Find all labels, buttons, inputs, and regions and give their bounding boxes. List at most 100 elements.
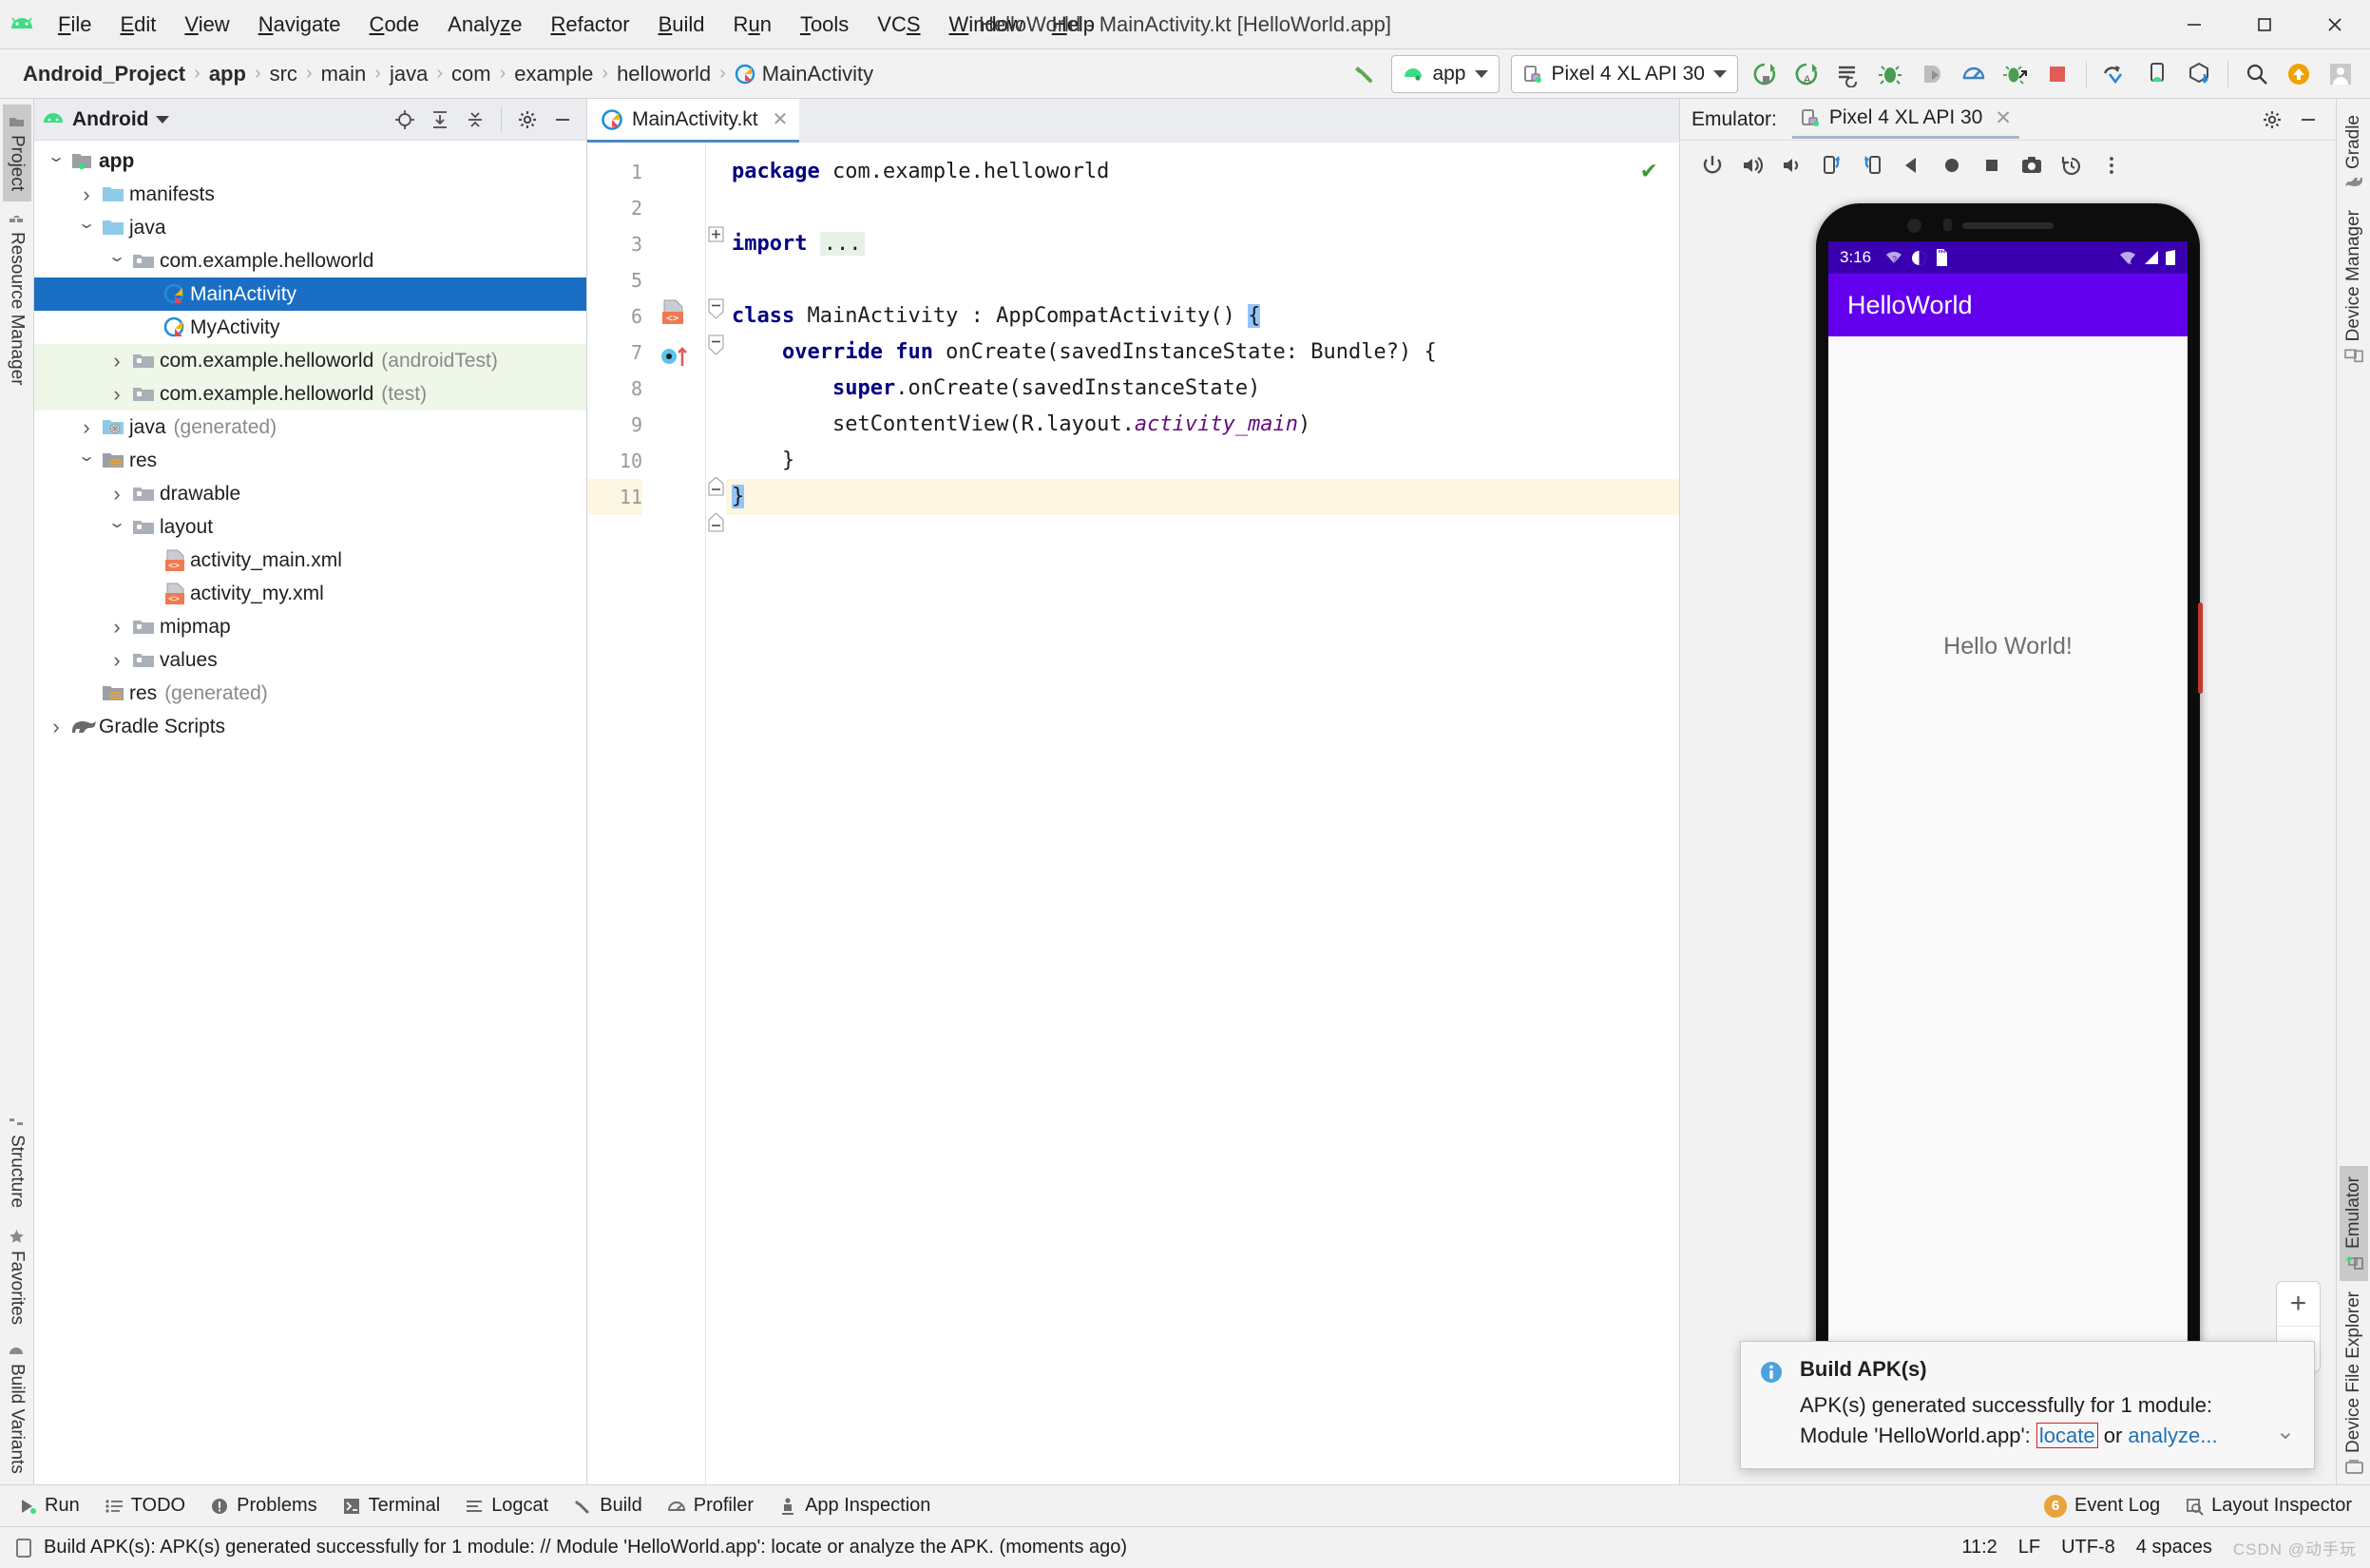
tree-node-com-example-helloworld[interactable]: › com.example.helloworld (androidTest) xyxy=(34,344,586,377)
menu-run[interactable]: Run xyxy=(719,7,786,43)
run-icon[interactable] xyxy=(1745,54,1785,94)
attach-debugger-icon[interactable] xyxy=(1912,54,1952,94)
screenshot-icon[interactable] xyxy=(2013,146,2051,184)
tree-node-res[interactable]: ⌄ res xyxy=(34,444,586,477)
file-encoding[interactable]: UTF-8 xyxy=(2061,1537,2115,1558)
build-notification-balloon[interactable]: Build APK(s) APK(s) generated successful… xyxy=(1740,1341,2315,1469)
tool-window-event-log[interactable]: 6 Event Log xyxy=(2034,1490,2170,1522)
tree-node-gradle-scripts[interactable]: › Gradle Scripts xyxy=(34,710,586,743)
tree-node-res[interactable]: · res (generated) xyxy=(34,677,586,710)
rotate-left-icon[interactable] xyxy=(1813,146,1851,184)
tree-node-manifests[interactable]: › manifests xyxy=(34,178,586,211)
menu-file[interactable]: FFileile xyxy=(44,7,105,43)
chevron-down-icon[interactable]: ⌄ xyxy=(38,147,75,166)
debug-icon[interactable] xyxy=(1870,54,1910,94)
close-button[interactable] xyxy=(2300,0,2370,48)
history-icon[interactable] xyxy=(2053,146,2091,184)
tree-node-mipmap[interactable]: › mipmap xyxy=(34,610,586,643)
menu-refactor[interactable]: Refactor xyxy=(536,7,643,43)
status-message[interactable]: Build APK(s): APK(s) generated successfu… xyxy=(44,1537,1127,1558)
breadcrumb-item-0[interactable]: Android_Project xyxy=(23,62,185,86)
home-icon[interactable] xyxy=(1933,146,1971,184)
menu-bar[interactable]: FFileile Edit View Navigate Code Analyze… xyxy=(44,7,1109,43)
breadcrumb-item-5[interactable]: com xyxy=(451,62,491,86)
sidebar-item-emulator[interactable]: Emulator xyxy=(2339,1165,2368,1281)
chevron-down-icon[interactable] xyxy=(1474,69,1488,78)
fold-marker-end-oncreate[interactable] xyxy=(708,477,724,496)
back-icon[interactable] xyxy=(1893,146,1931,184)
breadcrumb[interactable]: Android_Project › app › src › main › jav… xyxy=(10,62,873,86)
emulator-device-frame[interactable]: 3:16 ? x HelloWorld Hello World! xyxy=(1816,203,2203,1406)
menu-vcs[interactable]: VCS xyxy=(863,7,934,43)
hide-panel-icon[interactable] xyxy=(546,104,579,136)
sidebar-item-resource-manager[interactable]: Resource Manager xyxy=(3,201,31,396)
stop-icon[interactable] xyxy=(2037,54,2077,94)
zoom-in-button[interactable]: + xyxy=(2277,1282,2320,1327)
chevron-right-icon[interactable]: › xyxy=(105,349,129,373)
apply-changes-restart-icon[interactable] xyxy=(1828,54,1868,94)
menu-code[interactable]: Code xyxy=(355,7,434,43)
analyze-link[interactable]: analyze... xyxy=(2128,1424,2217,1447)
chevron-down-icon[interactable]: ⌄ xyxy=(99,513,136,532)
emulator-device-tab[interactable]: Pixel 4 XL API 30 ✕ xyxy=(1791,101,2019,139)
xml-layout-icon[interactable]: <> xyxy=(659,298,688,327)
build-hammer-icon[interactable] xyxy=(1345,54,1385,94)
chevron-right-icon[interactable]: › xyxy=(105,382,129,407)
chevron-right-icon[interactable]: › xyxy=(105,648,129,673)
close-icon[interactable]: ✕ xyxy=(1995,106,2012,130)
chevron-down-icon[interactable]: ⌄ xyxy=(99,247,136,266)
sidebar-item-favorites[interactable]: Favorites xyxy=(3,1218,31,1335)
chevron-right-icon[interactable]: › xyxy=(105,482,129,507)
app-content-area[interactable]: Hello World! xyxy=(1828,336,2188,1363)
avd-manager-icon[interactable] xyxy=(2137,54,2177,94)
debug-attach-process-icon[interactable] xyxy=(1996,54,2036,94)
sync-gradle-icon[interactable] xyxy=(2095,54,2135,94)
tree-node-java[interactable]: › java (generated) xyxy=(34,411,586,444)
chevron-right-icon[interactable]: › xyxy=(105,615,129,640)
sidebar-item-structure[interactable]: Structure xyxy=(3,1104,31,1218)
fold-marker-end-class[interactable] xyxy=(708,513,724,532)
update-icon[interactable] xyxy=(2279,54,2319,94)
minimize-button[interactable] xyxy=(2159,0,2229,48)
maximize-button[interactable] xyxy=(2229,0,2300,48)
volume-down-icon[interactable] xyxy=(1773,146,1811,184)
power-icon[interactable] xyxy=(1693,146,1731,184)
code-folding-column[interactable] xyxy=(705,143,726,1484)
chevron-down-icon[interactable]: ⌄ xyxy=(68,447,105,466)
menu-help[interactable]: Help xyxy=(1038,7,1109,43)
tool-window-app-inspection[interactable]: App Inspection xyxy=(768,1490,941,1521)
folded-imports-placeholder[interactable]: ... xyxy=(819,232,866,256)
caret-position[interactable]: 11:2 xyxy=(1961,1537,1997,1558)
chevron-down-icon[interactable] xyxy=(156,115,170,124)
breadcrumb-item-8[interactable]: MainActivity xyxy=(762,62,873,86)
chevron-down-icon[interactable]: ⌄ xyxy=(68,214,105,233)
rotate-right-icon[interactable] xyxy=(1853,146,1891,184)
tree-node-com-example-helloworld[interactable]: ⌄ com.example.helloworld xyxy=(34,244,586,277)
sidebar-item-project[interactable]: Project xyxy=(2,105,31,202)
hide-panel-icon[interactable] xyxy=(2292,104,2324,136)
tool-window-terminal[interactable]: Terminal xyxy=(332,1490,451,1521)
overview-icon[interactable] xyxy=(1973,146,2011,184)
more-vertical-icon[interactable] xyxy=(2093,146,2131,184)
menu-view[interactable]: View xyxy=(170,7,243,43)
chevron-right-icon[interactable]: › xyxy=(74,182,99,207)
locate-link[interactable]: locate xyxy=(2036,1423,2098,1449)
run-configuration-selector[interactable]: app xyxy=(1391,54,1500,93)
search-icon[interactable] xyxy=(2237,54,2277,94)
chevron-down-icon[interactable] xyxy=(1713,69,1727,78)
tree-node-mainactivity[interactable]: · MainActivity xyxy=(34,277,586,311)
menu-build[interactable]: Build xyxy=(644,7,719,43)
tool-window-layout-inspector[interactable]: Layout Inspector xyxy=(2174,1490,2362,1521)
chevron-right-icon[interactable]: › xyxy=(74,415,99,440)
menu-analyze[interactable]: Analyze xyxy=(433,7,536,43)
volume-up-icon[interactable] xyxy=(1733,146,1771,184)
fold-marker-import[interactable] xyxy=(708,226,724,242)
override-method-icon[interactable] xyxy=(659,342,692,371)
tool-window-logcat[interactable]: Logcat xyxy=(454,1490,559,1521)
tool-window-todo[interactable]: TODO xyxy=(94,1490,196,1521)
tree-node-values[interactable]: › values xyxy=(34,643,586,677)
fold-marker-class[interactable] xyxy=(708,298,724,319)
breadcrumb-item-3[interactable]: main xyxy=(321,62,367,86)
device-selector[interactable]: Pixel 4 XL API 30 xyxy=(1510,54,1738,93)
inspection-status-icon[interactable]: ✔ xyxy=(1641,156,1656,184)
